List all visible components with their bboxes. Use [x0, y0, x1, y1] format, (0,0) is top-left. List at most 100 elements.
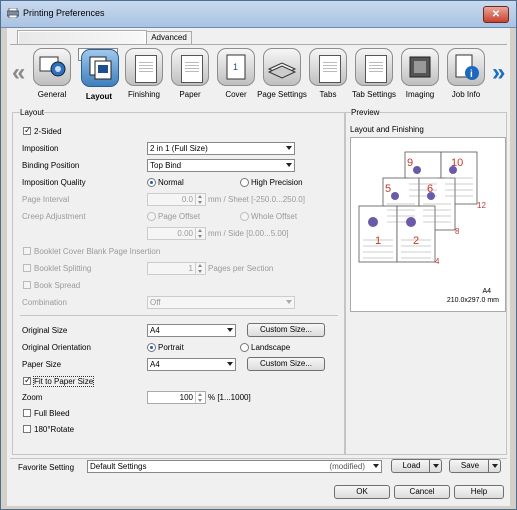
preview-page-number: 10 [451, 157, 463, 169]
imposition-quality-label: Imposition Quality [22, 178, 86, 187]
preview-paper-dims: 210.0x297.0 mm [447, 297, 499, 304]
zoom-input[interactable]: 100 [147, 391, 206, 404]
creep-page-offset-radio[interactable] [147, 212, 156, 221]
svg-text:i: i [470, 69, 473, 80]
toolbar-tabs[interactable]: Tabs [308, 48, 348, 104]
booklet-splitting-unit: Pages per Section [208, 264, 274, 273]
preview-page-number: 8 [455, 227, 460, 236]
book-spread-label: Book Spread [34, 281, 81, 290]
toolbar-general[interactable]: General [32, 48, 72, 104]
category-toolbar: « General Layout Finishing Paper 1 Cover… [10, 44, 507, 105]
printing-preferences-window: Printing Preferences ✕ Advanced « Genera… [0, 0, 517, 510]
paper-icon [171, 48, 209, 86]
orientation-landscape-label: Landscape [251, 343, 291, 352]
tab-settings-icon [355, 48, 393, 86]
load-button[interactable]: Load [391, 459, 442, 473]
toolbar-imaging[interactable]: Imaging [400, 48, 440, 104]
chevron-down-icon [373, 464, 379, 468]
preview-page-number: 4 [435, 257, 440, 266]
fit-to-paper-size-checkbox[interactable] [23, 375, 32, 386]
cover-icon: 1 [217, 48, 255, 86]
original-size-value: A4 [150, 326, 160, 335]
book-spread-checkbox[interactable] [23, 281, 31, 289]
quality-high-precision-label: High Precision [251, 178, 303, 187]
ok-button[interactable]: OK [334, 485, 390, 499]
job-info-icon: i [447, 48, 485, 86]
creep-whole-offset-radio[interactable] [240, 212, 249, 221]
creep-value: 0.00 [177, 229, 193, 238]
original-size-select[interactable]: A4 [147, 324, 236, 337]
preview-image: 9 10 5 6 1 2 12 8 4 A4 210.0x297.0 mm [350, 137, 506, 312]
preview-page-number: 12 [477, 201, 486, 210]
booklet-splitting-checkbox[interactable] [23, 264, 31, 272]
booklet-cover-label: Booklet Cover Blank Page Insertion [34, 247, 161, 256]
load-dropdown-icon[interactable] [429, 460, 441, 472]
svg-text:1: 1 [233, 62, 238, 72]
original-orientation-label: Original Orientation [22, 343, 91, 352]
tabs-icon [309, 48, 347, 86]
scroll-left-arrow-icon[interactable]: « [12, 59, 25, 87]
layout-group-title: Layout [20, 108, 45, 117]
preview-paper-name: A4 [482, 288, 491, 295]
two-sided-label: 2-Sided [34, 127, 62, 136]
two-sided-checkbox[interactable] [23, 125, 32, 136]
spinner-icon [195, 392, 205, 403]
favorite-setting-select[interactable]: Default Settings (modified) [87, 460, 382, 473]
scroll-right-arrow-icon[interactable]: » [492, 59, 505, 87]
zoom-unit: % [1...1000] [208, 393, 251, 402]
fit-to-paper-size-label: Fit to Paper Size [32, 376, 95, 387]
page-interval-input[interactable]: 0.0 [147, 193, 206, 206]
original-custom-size-button[interactable]: Custom Size... [247, 323, 325, 337]
chevron-down-icon [227, 362, 233, 366]
save-button[interactable]: Save [449, 459, 501, 473]
save-label: Save [460, 461, 480, 470]
quality-normal-radio[interactable] [147, 178, 156, 187]
binding-position-select[interactable]: Top Bind [147, 159, 295, 172]
quality-high-precision-radio[interactable] [240, 178, 249, 187]
booklet-cover-checkbox[interactable] [23, 247, 31, 255]
original-size-label: Original Size [22, 326, 68, 335]
orientation-landscape-radio[interactable] [240, 343, 249, 352]
creep-input[interactable]: 0.00 [147, 227, 206, 240]
toolbar-page-settings[interactable]: Page Settings [257, 48, 307, 104]
booklet-splitting-input[interactable]: 1 [147, 262, 206, 275]
page-interval-label: Page Interval [22, 195, 70, 204]
toolbar-finishing[interactable]: Finishing [124, 48, 164, 104]
combination-select[interactable]: Off [147, 296, 295, 309]
binding-position-label: Binding Position [22, 161, 80, 170]
layout-icon [81, 49, 119, 87]
rotate-180-checkbox[interactable] [23, 425, 31, 433]
spinner-icon [195, 228, 205, 239]
toolbar-job-info[interactable]: i Job Info [446, 48, 486, 104]
toolbar-layout[interactable]: Layout [78, 48, 119, 101]
paper-custom-size-button[interactable]: Custom Size... [247, 357, 325, 371]
preview-group-title: Preview [351, 108, 380, 117]
chevron-down-icon [286, 163, 292, 167]
tab-advanced[interactable]: Advanced [146, 31, 192, 44]
divider [20, 315, 338, 316]
cancel-button[interactable]: Cancel [394, 485, 450, 499]
toolbar-cover[interactable]: 1 Cover [216, 48, 256, 104]
paper-size-select[interactable]: A4 [147, 358, 236, 371]
dialog-body: Advanced « General Layout Finishing Pape… [7, 28, 510, 506]
toolbar-paper[interactable]: Paper [170, 48, 210, 104]
close-button[interactable]: ✕ [483, 6, 509, 23]
creep-unit: mm / Side [0.00...5.00] [208, 229, 289, 238]
tab-main[interactable] [17, 30, 147, 45]
full-bleed-checkbox[interactable] [23, 409, 31, 417]
toolbar-tab-settings[interactable]: Tab Settings [352, 48, 396, 104]
orientation-portrait-radio[interactable] [147, 343, 156, 352]
creep-whole-offset-label: Whole Offset [251, 212, 298, 221]
spinner-icon [195, 194, 205, 205]
printer-icon [7, 8, 19, 18]
favorite-setting-value: Default Settings [90, 462, 147, 471]
rotate-180-label: 180°Rotate [34, 425, 75, 434]
creep-adjustment-label: Creep Adjustment [22, 212, 86, 221]
save-dropdown-icon[interactable] [488, 460, 500, 472]
help-button[interactable]: Help [454, 485, 504, 499]
title-bar[interactable]: Printing Preferences ✕ [1, 1, 516, 28]
imposition-select[interactable]: 2 in 1 (Full Size) [147, 142, 295, 155]
binding-position-value: Top Bind [150, 161, 182, 170]
preview-page-number: 6 [427, 183, 433, 195]
quality-normal-label: Normal [158, 178, 184, 187]
